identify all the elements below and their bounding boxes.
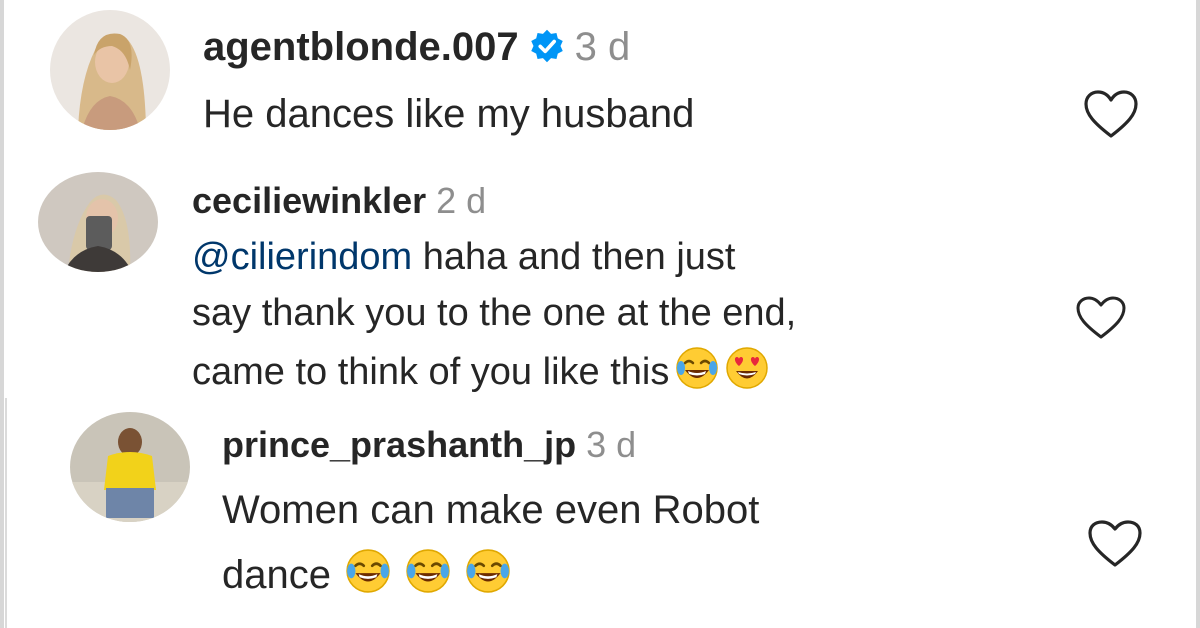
comment-text-line-1: @cilierindom haha and then just	[192, 234, 735, 280]
heart-outline-icon	[1084, 90, 1138, 138]
timestamp[interactable]: 3 d	[575, 25, 631, 69]
username[interactable]: agentblonde.007 3 d	[203, 24, 630, 74]
comment-text-line-1: Women can make even Robot	[222, 488, 760, 532]
mention-link[interactable]: @cilierindom	[192, 236, 412, 278]
comment-text: dance	[222, 553, 331, 597]
like-button[interactable]	[1082, 89, 1140, 141]
face-with-tears-of-joy-icon	[345, 548, 391, 594]
face-with-tears-of-joy-icon	[465, 548, 511, 594]
comment-text: haha and then just	[412, 236, 736, 278]
username-text[interactable]: prince_prashanth_jp	[222, 424, 576, 465]
username[interactable]: ceciliewinkler 2 d	[192, 180, 486, 222]
comment-ceciliewinkler: ceciliewinkler 2 d @cilierindom haha and …	[0, 160, 1200, 400]
username-text[interactable]: agentblonde.007	[203, 25, 519, 69]
smiling-face-with-heart-eyes-icon	[725, 346, 769, 390]
comment-prince-prashanth: prince_prashanth_jp 3 d Women can make ev…	[0, 400, 1200, 628]
username-text[interactable]: ceciliewinkler	[192, 180, 426, 221]
comment-text-line-2: say thank you to the one at the end,	[192, 292, 797, 334]
avatar[interactable]	[38, 172, 158, 272]
avatar[interactable]	[70, 412, 190, 522]
avatar[interactable]	[50, 10, 170, 130]
comment-text: He dances like my husband	[203, 92, 695, 136]
heart-outline-icon	[1076, 296, 1126, 339]
timestamp[interactable]: 3 d	[586, 424, 636, 465]
like-button[interactable]	[1074, 295, 1128, 341]
comment-agentblonde: agentblonde.007 3 d He dances like my hu…	[0, 0, 1200, 160]
heart-outline-icon	[1088, 520, 1142, 567]
like-button[interactable]	[1086, 519, 1144, 569]
face-with-tears-of-joy-icon	[405, 548, 451, 594]
face-with-tears-of-joy-icon	[675, 346, 719, 390]
timestamp[interactable]: 2 d	[436, 180, 486, 221]
comment-text: came to think of you like this	[192, 351, 670, 393]
profile-photo-man-yellow-shirt-icon	[70, 412, 190, 522]
profile-photo-woman-mirror-selfie-icon	[38, 172, 158, 272]
comment-text-line-3: came to think of you like this	[192, 346, 769, 395]
verified-badge-icon	[529, 28, 565, 74]
comment-text-line-2: dance	[222, 548, 511, 599]
username[interactable]: prince_prashanth_jp 3 d	[222, 424, 636, 466]
profile-photo-blonde-woman-icon	[50, 10, 170, 130]
